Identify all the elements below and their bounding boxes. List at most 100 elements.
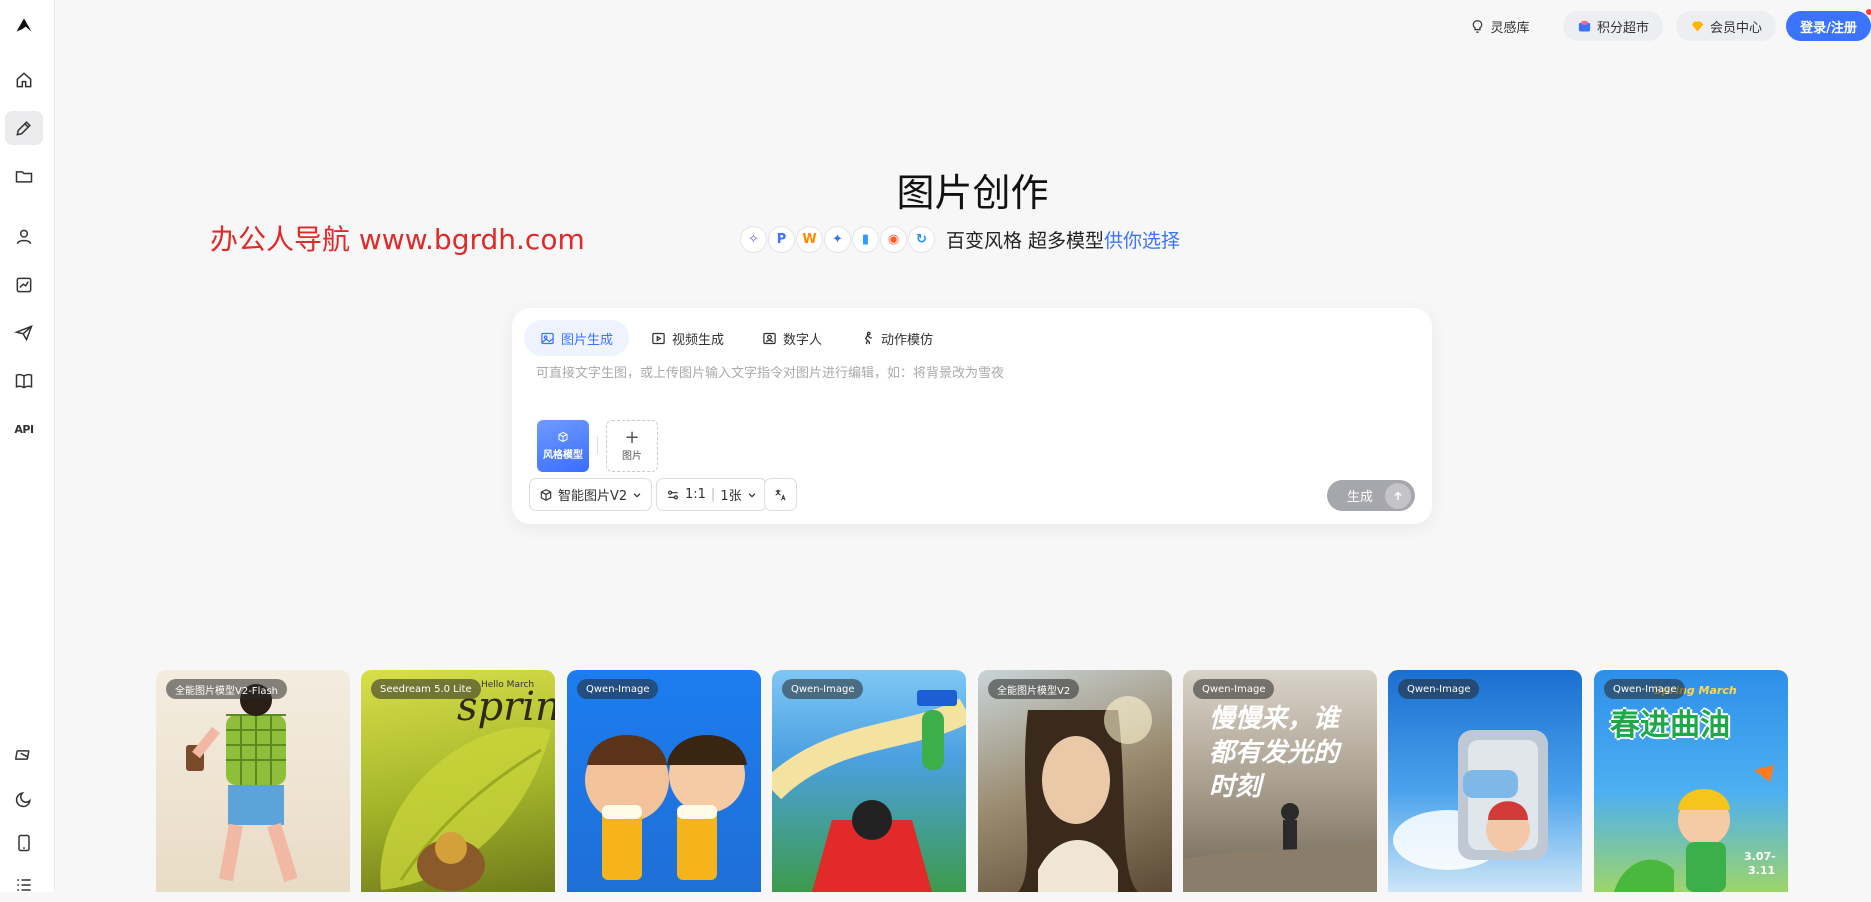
gallery-card[interactable]: 全能图片模型V2-Flash [156, 670, 350, 892]
tab-label: 数字人 [783, 332, 823, 348]
inspiration-label: 灵感库 [1490, 20, 1530, 36]
tab-label: 视频生成 [672, 332, 725, 348]
model-logo-icon: ✦ [824, 226, 851, 253]
digital-human-icon [763, 332, 776, 344]
model-icons: ✧ P W ✦ ▮ ◉ ↻ [740, 226, 936, 253]
add-image-button[interactable]: + 图片 [606, 420, 658, 472]
gallery-card[interactable]: Qwen-Image [1388, 670, 1582, 892]
model-badge: 全能图片模型V2 [988, 679, 1080, 699]
translate-button[interactable] [764, 478, 797, 511]
model-badge: Qwen-Image [782, 679, 864, 699]
tab-label: 动作模仿 [881, 332, 934, 348]
sidebar-item-menu[interactable] [5, 868, 43, 902]
sidebar-item-switch[interactable] [5, 738, 43, 772]
model-badge: 全能图片模型V2-Flash [166, 679, 288, 699]
prompt-input[interactable] [534, 358, 1394, 388]
diamond-icon [1691, 21, 1704, 31]
sidebar-item-home[interactable] [5, 63, 43, 97]
tab-motion-imitation[interactable]: 动作模仿 [844, 320, 949, 356]
folder-icon [15, 171, 33, 183]
switch-icon [15, 750, 30, 760]
member-center-label: 会员中心 [1709, 20, 1762, 36]
gallery-card[interactable]: 全能图片模型V2 [978, 670, 1172, 892]
gallery-card[interactable]: Qwen-Image [567, 670, 761, 892]
user-icon [16, 229, 32, 245]
inspiration-button[interactable]: 灵感库 [1460, 11, 1540, 41]
brand-logo-icon [16, 18, 32, 32]
page-title: 图片创作 [896, 171, 1049, 215]
creation-tabs: 图片生成 视频生成 数字人 动作模仿 [524, 320, 949, 356]
model-badge: Seedream 5.0 Lite [371, 679, 481, 699]
sidebar-item-send[interactable] [5, 316, 43, 350]
creation-card: 图片生成 视频生成 数字人 动作模仿 风格模型 + 图片 智能图片V2 1:1 … [512, 308, 1432, 524]
generate-label: 生成 [1347, 490, 1374, 505]
sidebar-item-mobile[interactable] [5, 826, 43, 860]
gallery-image [186, 684, 298, 883]
sidebar-item-user[interactable] [5, 220, 43, 254]
gallery-card[interactable]: Hello March spring Seedream 5.0 Lite [361, 670, 555, 892]
gallery-card[interactable]: 3.07- 3.11 Spring March 春进曲油 Qwen-Image [1594, 670, 1788, 892]
video-icon [652, 332, 665, 344]
tab-digital-human[interactable]: 数字人 [746, 320, 838, 356]
model-logo-icon: ◉ [880, 226, 907, 253]
ratio-value: 1:1 [685, 487, 706, 502]
home-icon [16, 72, 32, 88]
sidebar-item-api[interactable]: API [5, 412, 43, 446]
gallery-image [1018, 696, 1152, 892]
tab-video-generation[interactable]: 视频生成 [635, 320, 740, 356]
model-badge: Qwen-Image [1193, 679, 1275, 699]
model-logo-icon: ↻ [908, 226, 935, 253]
edit-icon [16, 121, 31, 136]
cube-icon [540, 488, 552, 501]
settings-sliders-icon [668, 490, 678, 499]
cube-icon [558, 431, 568, 443]
model-logo-icon: ▮ [852, 226, 879, 253]
points-market-label: 积分超市 [1596, 20, 1649, 36]
model-badge: Qwen-Image [1604, 679, 1686, 699]
image-icon [541, 332, 554, 344]
sidebar-item-theme[interactable] [5, 782, 43, 816]
hero-subtitle: ✧ P W ✦ ▮ ◉ ↻ 百变风格 超多模型 供你选择 [740, 226, 1180, 253]
count-value: 1张 [720, 489, 742, 504]
gallery-image [585, 735, 747, 880]
overlay-text: 春进曲油 [1610, 708, 1730, 743]
moon-icon [15, 792, 31, 808]
chevron-down-icon [633, 492, 641, 498]
add-image-label: 图片 [622, 450, 642, 462]
member-center-button[interactable]: 会员中心 [1676, 11, 1776, 41]
store-icon [1578, 20, 1591, 31]
brand-logo[interactable] [5, 8, 43, 42]
generate-button[interactable]: 生成 [1327, 480, 1415, 511]
gallery-image [1393, 730, 1548, 870]
list-icon [17, 879, 31, 891]
sidebar: API [0, 0, 55, 892]
bulb-icon [1473, 19, 1483, 33]
model-select[interactable]: 智能图片V2 [529, 478, 653, 511]
arrow-up-icon [1385, 482, 1412, 509]
plus-icon: + [624, 426, 640, 448]
tablet-icon [18, 834, 30, 852]
gallery-card[interactable]: 慢慢来，谁都有发光的时刻 Qwen-Image [1183, 670, 1377, 892]
sidebar-item-docs[interactable] [5, 364, 43, 398]
sidebar-item-create[interactable] [5, 111, 43, 145]
svg-text:3.07-: 3.07- [1744, 850, 1776, 863]
subtitle-highlight: 供你选择 [1104, 230, 1181, 252]
send-icon [14, 325, 33, 342]
run-icon [864, 331, 872, 344]
tab-image-generation[interactable]: 图片生成 [524, 320, 630, 356]
style-model-button[interactable]: 风格模型 [537, 420, 589, 472]
model-select-value: 智能图片V2 [558, 489, 628, 504]
chart-icon [16, 277, 32, 293]
gallery-image [772, 690, 966, 892]
login-button[interactable]: 登录/注册 [1786, 8, 1871, 41]
overlay-text: 慢慢来，谁都有发光的时刻 [1209, 704, 1340, 802]
svg-text:3.11: 3.11 [1748, 864, 1775, 877]
points-market-button[interactable]: 积分超市 [1563, 11, 1663, 41]
ratio-count-select[interactable]: 1:1 | 1张 [656, 478, 767, 511]
chevron-down-icon [748, 492, 755, 498]
gallery-card[interactable]: Qwen-Image [772, 670, 966, 892]
model-logo-icon: P [768, 226, 795, 253]
sidebar-item-stats[interactable] [5, 268, 43, 302]
tab-label: 图片生成 [561, 332, 614, 348]
sidebar-item-files[interactable] [5, 159, 43, 193]
